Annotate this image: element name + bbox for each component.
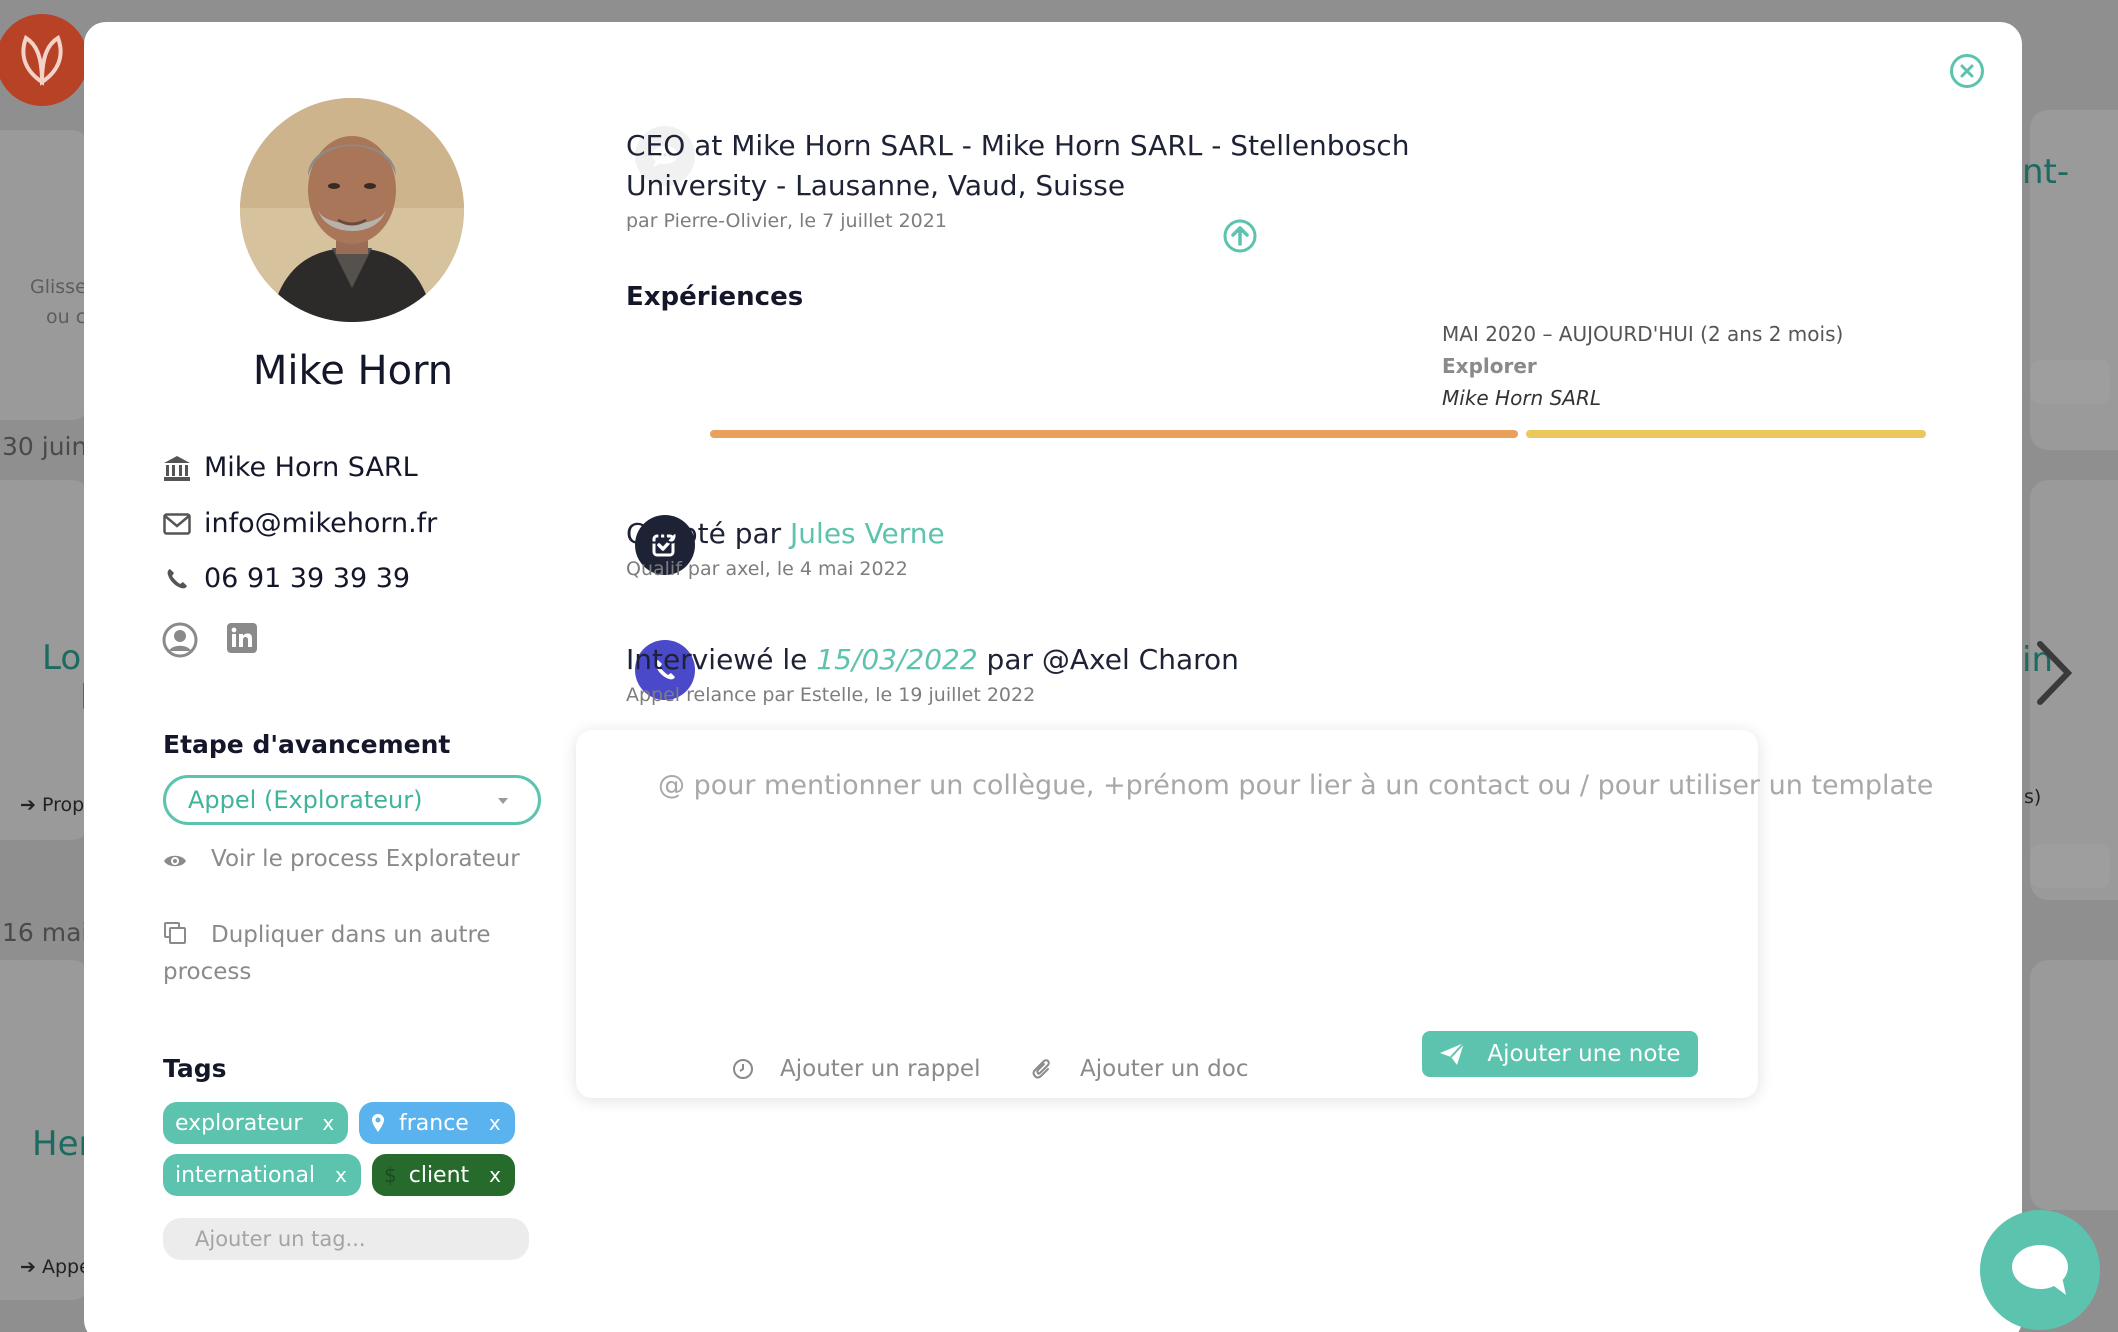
duplicate-process-link[interactable]: Dupliquer dans un autre process <box>163 918 543 989</box>
stage-selected-value: Appel (Explorateur) <box>188 786 423 814</box>
cooptation-person-link[interactable]: Jules Verne <box>790 517 945 550</box>
clock-icon <box>732 1058 754 1080</box>
caret-down-icon <box>498 798 508 804</box>
interview-suffix: par @Axel Charon <box>986 643 1239 676</box>
tag-international: international x <box>163 1154 361 1196</box>
background-date: 16 mai <box>2 918 89 947</box>
phone-number[interactable]: 06 91 39 39 39 <box>204 563 410 594</box>
note-input-placeholder[interactable]: @ pour mentionner un collègue, +prénom p… <box>658 770 1933 801</box>
tag-label: explorateur <box>175 1110 303 1136</box>
avatar-photo-icon <box>240 98 464 322</box>
copy-icon <box>163 921 189 955</box>
interview-date: 15/03/2022 <box>816 643 978 676</box>
background-text: Lo <box>42 638 82 678</box>
email-link[interactable]: info@mikehorn.fr <box>204 508 437 539</box>
map-pin-icon <box>372 1114 384 1132</box>
chevron-right-icon[interactable] <box>2034 638 2074 708</box>
background-pill <box>2030 360 2110 404</box>
leaf-logo-icon <box>21 35 63 86</box>
add-note-button[interactable]: Ajouter une note <box>1422 1031 1698 1077</box>
tag-client: $ client x <box>372 1154 516 1196</box>
tag-remove-button[interactable]: x <box>322 1111 334 1135</box>
social-links <box>162 622 258 658</box>
envelope-icon <box>162 509 192 539</box>
tag-france: france x <box>359 1102 515 1144</box>
interview-text: Interviewé le 15/03/2022 par @Axel Charo… <box>626 640 1239 680</box>
experience-company: Mike Horn SARL <box>1442 386 1602 410</box>
eye-icon <box>163 845 189 879</box>
paperclip-icon <box>1032 1057 1054 1081</box>
company-row: Mike Horn SARL <box>162 452 418 483</box>
stage-select[interactable]: Appel (Explorateur) <box>163 775 541 825</box>
user-profile-icon[interactable] <box>162 622 198 658</box>
cooptation-text: Coopté par Jules Verne <box>626 514 945 554</box>
timeline-bar-past[interactable] <box>710 430 1518 438</box>
tag-label: france <box>399 1110 469 1136</box>
headline-text: CEO at Mike Horn SARL - Mike Horn SARL -… <box>626 129 1410 202</box>
add-tag-input[interactable] <box>163 1218 529 1260</box>
interview-prefix: Interviewé le <box>626 643 808 676</box>
tag-remove-button[interactable]: x <box>335 1163 347 1187</box>
company-name: Mike Horn SARL <box>204 452 418 483</box>
chat-bubble-icon <box>2012 1245 2068 1295</box>
background-pill <box>2030 844 2110 888</box>
headline-meta: par Pierre-Olivier, le 7 juillet 2021 <box>626 210 947 232</box>
add-reminder-button[interactable]: Ajouter un rappel <box>732 1056 980 1082</box>
dollar-icon: $ <box>384 1163 397 1187</box>
view-process-link[interactable]: Voir le process Explorateur <box>163 842 543 879</box>
linkedin-icon[interactable] <box>226 622 258 654</box>
tags-section-title: Tags <box>163 1054 227 1083</box>
background-text: ou c <box>46 306 87 328</box>
experience-dates: MAI 2020 – AUJOURD'HUI (2 ans 2 mois) <box>1442 322 1844 346</box>
close-icon <box>1960 64 1974 78</box>
add-doc-label: Ajouter un doc <box>1080 1056 1249 1082</box>
background-text: ➔ Appe <box>20 1256 91 1278</box>
add-doc-button[interactable]: Ajouter un doc <box>1032 1056 1249 1082</box>
background-text: ➔ Prop <box>20 794 85 816</box>
background-text: Glisse <box>30 276 87 298</box>
tag-remove-button[interactable]: x <box>489 1163 501 1187</box>
avatar <box>240 98 464 322</box>
contact-name: Mike Horn <box>252 348 454 394</box>
experiences-title: Expériences <box>626 282 804 312</box>
paper-plane-icon <box>1439 1042 1466 1066</box>
tag-label: client <box>408 1162 470 1188</box>
tag-label: international <box>175 1162 316 1188</box>
close-button[interactable] <box>1950 54 1984 88</box>
view-process-label: Voir le process Explorateur <box>211 846 520 872</box>
background-text: s) <box>2024 786 2042 808</box>
phone-icon <box>162 564 192 594</box>
bank-icon <box>162 453 192 483</box>
cooptation-meta: Qualif par axel, le 4 mai 2022 <box>626 558 908 580</box>
add-reminder-label: Ajouter un rappel <box>780 1056 981 1082</box>
timeline-bar-current[interactable] <box>1526 430 1926 438</box>
background-text: nt- <box>2022 152 2070 192</box>
background-card <box>0 130 90 420</box>
interview-meta: Appel relance par Estelle, le 19 juillet… <box>626 684 1036 706</box>
tag-remove-button[interactable]: x <box>489 1111 501 1135</box>
background-date: 30 juin <box>2 432 88 461</box>
chat-widget-button[interactable] <box>1980 1210 2100 1330</box>
arrow-up-circle-icon[interactable] <box>1222 218 1258 254</box>
stage-section-title: Etape d'avancement <box>163 730 451 759</box>
email-row[interactable]: info@mikehorn.fr <box>162 508 437 539</box>
add-note-label: Ajouter une note <box>1487 1041 1681 1067</box>
background-card <box>2030 960 2118 1210</box>
experience-role: Explorer <box>1442 354 1537 378</box>
tag-explorateur: explorateur x <box>163 1102 349 1144</box>
app-logo[interactable] <box>0 14 88 106</box>
cooptation-prefix: Coopté par <box>626 517 782 550</box>
duplicate-process-label: Dupliquer dans un autre process <box>163 922 491 985</box>
phone-row[interactable]: 06 91 39 39 39 <box>162 563 410 594</box>
